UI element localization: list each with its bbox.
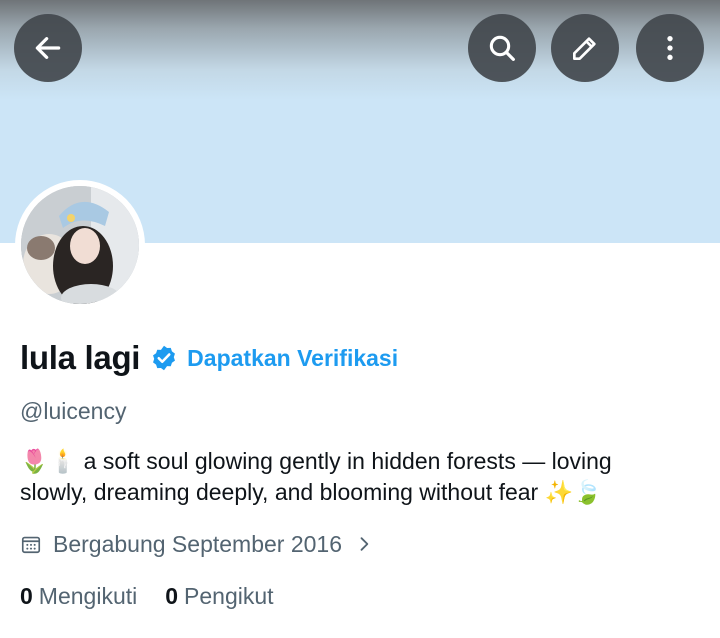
more-vertical-icon bbox=[667, 36, 673, 60]
display-name: lula lagi bbox=[20, 339, 141, 376]
join-date-row[interactable]: Bergabung September 2016 bbox=[20, 528, 374, 560]
followers-label: Pengikut bbox=[184, 582, 274, 609]
edit-profile-button[interactable] bbox=[551, 14, 619, 82]
chevron-right-icon bbox=[360, 537, 369, 551]
avatar[interactable] bbox=[15, 180, 145, 310]
following-label: Mengikuti bbox=[38, 582, 138, 609]
follow-stats: 0 Mengikuti 0 Pengikut bbox=[20, 580, 274, 612]
calendar-icon bbox=[21, 536, 41, 554]
verified-icon[interactable] bbox=[150, 344, 178, 372]
following-link[interactable]: 0 Mengikuti bbox=[20, 583, 137, 610]
name-row: lula lagi Dapatkan Verifikasi bbox=[20, 336, 398, 380]
arrow-left-icon bbox=[35, 37, 61, 59]
get-verified-link[interactable]: Dapatkan Verifikasi bbox=[187, 345, 398, 372]
profile-bio: 🌷🕯️ a soft soul glowing gently in hidden… bbox=[20, 448, 612, 505]
search-button[interactable] bbox=[468, 14, 536, 82]
username-handle: @luicency bbox=[20, 398, 127, 424]
followers-link[interactable]: 0 Pengikut bbox=[165, 583, 273, 610]
search-icon bbox=[489, 35, 515, 61]
more-options-button[interactable] bbox=[636, 14, 704, 82]
following-count: 0 bbox=[20, 582, 33, 609]
back-button[interactable] bbox=[14, 14, 82, 82]
followers-count: 0 bbox=[165, 582, 179, 609]
join-date: Bergabung September 2016 bbox=[53, 530, 342, 557]
pencil-icon bbox=[573, 37, 596, 60]
avatar-photo bbox=[21, 186, 139, 304]
